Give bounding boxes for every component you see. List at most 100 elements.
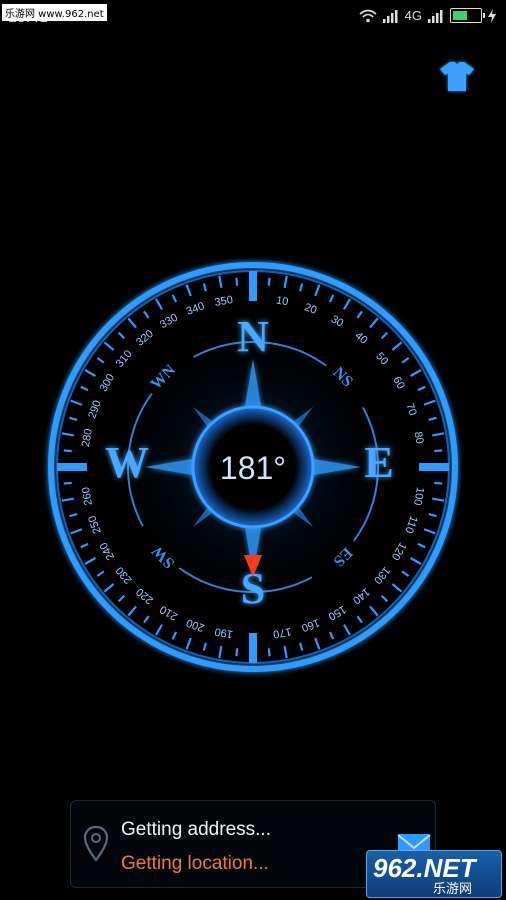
tick-mark <box>117 331 126 340</box>
cardinal-label: N <box>237 312 269 361</box>
tick-mark <box>417 385 426 392</box>
tick-mark <box>143 310 150 319</box>
tick-mark <box>96 357 105 364</box>
tick-mark <box>84 369 96 377</box>
battery-fill <box>453 11 467 20</box>
tick-mark <box>80 542 89 549</box>
tick-mark <box>369 317 379 329</box>
tick-mark <box>401 357 410 364</box>
degree-label: 320 <box>134 328 156 349</box>
tick-mark <box>380 331 389 340</box>
tick-mark <box>61 497 74 502</box>
tick-mark <box>299 642 304 651</box>
tick-mark <box>155 624 163 636</box>
tick-mark <box>401 570 410 577</box>
signal-icon-2 <box>428 9 443 23</box>
tick-mark <box>428 513 437 518</box>
tick-mark <box>218 275 223 288</box>
tick-mark <box>391 583 403 593</box>
compass-dial: 10 20 30 405060 70 80 100 110 120130140150 160 170… <box>48 262 458 672</box>
tick-mark <box>299 283 304 292</box>
tick-mark <box>343 298 351 310</box>
tick-mark <box>328 631 335 640</box>
tick-mark <box>283 646 288 659</box>
degree-label: 220 <box>134 585 156 606</box>
degree-label: 260 <box>80 486 95 506</box>
tick-mark <box>63 481 72 485</box>
tick-mark <box>356 615 363 624</box>
tick-mark <box>185 637 192 650</box>
degree-label: 120 <box>389 540 409 562</box>
degree-label: 350 <box>214 294 234 309</box>
tick-mark <box>391 341 403 351</box>
tick-mark <box>428 416 437 421</box>
degree-label: 200 <box>185 616 206 634</box>
degree-label: 50 <box>373 350 390 367</box>
tick-mark <box>410 369 422 377</box>
degree-label: 80 <box>412 431 426 445</box>
tick-mark <box>235 648 239 657</box>
signal-icon <box>382 9 398 23</box>
tshirt-icon <box>440 62 474 91</box>
tick-mark <box>410 557 422 565</box>
degree-label: 30 <box>329 313 346 330</box>
tick-mark <box>202 642 207 651</box>
map-pin-icon <box>83 825 109 862</box>
cardinal-label: E <box>364 438 393 487</box>
degree-label: 140 <box>350 585 372 606</box>
degree-label: 160 <box>300 616 321 634</box>
tick-mark <box>434 449 443 453</box>
degree-label: 330 <box>158 312 180 332</box>
tick-mark <box>155 298 163 310</box>
watermark-small-text: 乐游网 <box>433 882 473 897</box>
compass[interactable]: 10 20 30 40 50 60 70 80 100 110 120 130 140 150 160 170… <box>0 255 506 685</box>
tick-mark <box>70 528 83 535</box>
degree-label: 250 <box>86 514 104 535</box>
degree-label: 190 <box>214 625 234 640</box>
degree-label: 60 <box>390 375 407 392</box>
degree-label: 290 <box>86 399 104 420</box>
status-bar: 15:41 乐游网 www.962.net 4G <box>0 0 506 34</box>
tick-mark <box>80 385 89 392</box>
tick-mark <box>235 277 239 286</box>
tick-mark <box>103 583 115 593</box>
tick-mark <box>202 283 207 292</box>
degree-label: 40 <box>352 330 369 347</box>
tick-mark <box>96 570 105 577</box>
tick-mark <box>171 294 178 303</box>
tick-mark <box>267 277 271 286</box>
tick-mark <box>314 637 321 650</box>
tick-mark <box>328 294 335 303</box>
watermark-top: 乐游网 www.962.net <box>2 4 107 21</box>
watermark-bottom: 962.NET 乐游网 <box>366 850 502 898</box>
wifi-icon <box>359 9 377 22</box>
tick-mark <box>84 557 96 565</box>
tick-mark <box>127 605 137 617</box>
degree-label: 210 <box>158 603 180 623</box>
tick-mark <box>423 528 436 535</box>
degree-label: 310 <box>114 348 135 370</box>
tick-mark <box>434 481 443 485</box>
degree-label: 340 <box>185 300 206 318</box>
tick-mark <box>369 605 379 617</box>
tick-mark <box>127 317 137 329</box>
tick-mark <box>185 284 192 297</box>
degree-label: 70 <box>403 402 418 418</box>
tick-mark <box>267 648 271 657</box>
degree-label: 240 <box>98 540 118 562</box>
degree-label: 130 <box>371 564 392 586</box>
tick-mark <box>218 646 223 659</box>
address-text: Getting address... <box>121 819 271 840</box>
theme-button[interactable] <box>438 58 476 94</box>
location-text: Getting location... <box>121 853 269 874</box>
tick-mark <box>117 594 126 603</box>
degree-label: 20 <box>303 301 319 316</box>
tick-mark <box>69 513 78 518</box>
degree-label: 230 <box>114 564 135 586</box>
degree-label: 280 <box>80 428 95 448</box>
tick-mark <box>143 615 150 624</box>
heading-readout: 181° <box>220 450 286 486</box>
tick-mark <box>63 449 72 453</box>
tick-mark <box>343 624 351 636</box>
tick-mark <box>380 594 389 603</box>
